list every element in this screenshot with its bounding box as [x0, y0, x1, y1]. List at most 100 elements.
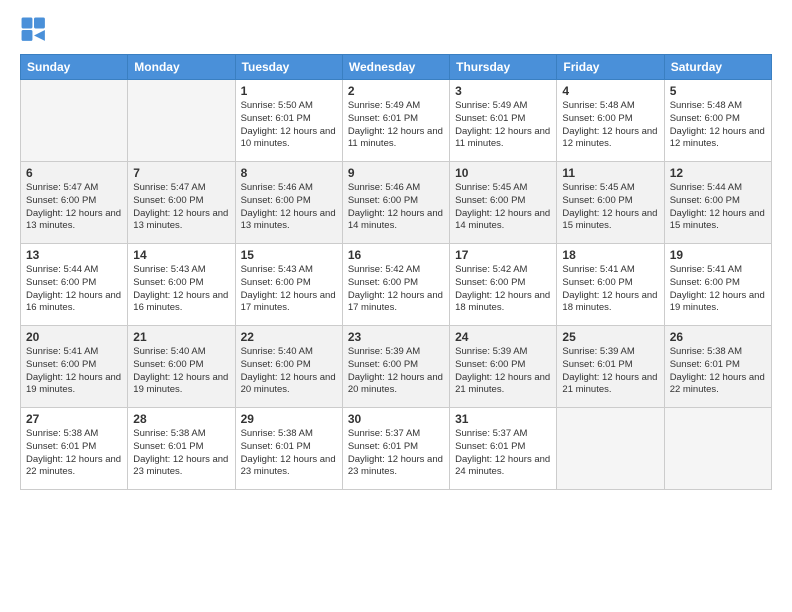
calendar-cell: 27 Sunrise: 5:38 AMSunset: 6:01 PMDayligh…	[21, 408, 128, 490]
day-number: 20	[26, 330, 122, 344]
calendar-cell: 28Sunrise: 5:38 AMSunset: 6:01 PMDayligh…	[128, 408, 235, 490]
day-info: Sunrise: 5:49 AMSunset: 6:01 PMDaylight:…	[348, 100, 444, 151]
calendar-cell: 22 Sunrise: 5:40 AMSunset: 6:00 PMDayligh…	[235, 326, 342, 408]
day-info: Sunrise: 5:50 AMSunset: 6:01 PMDaylight:…	[241, 100, 337, 151]
day-info: Sunrise: 5:38 AMSunset: 6:01 PMDaylight:…	[670, 346, 766, 397]
day-info: Sunrise: 5:45 AMSunset: 6:00 PMDaylight:…	[562, 182, 658, 233]
week-row-5: 27 Sunrise: 5:38 AMSunset: 6:01 PMDayligh…	[21, 408, 772, 490]
day-number: 18	[562, 248, 658, 262]
calendar-cell: 16 Sunrise: 5:42 AMSunset: 6:00 PMDayligh…	[342, 244, 449, 326]
day-header-monday: Monday	[128, 55, 235, 80]
calendar-cell: 8 Sunrise: 5:46 AMSunset: 6:00 PMDaylight…	[235, 162, 342, 244]
day-info: Sunrise: 5:49 AMSunset: 6:01 PMDaylight:…	[455, 100, 551, 151]
calendar-cell: 25Sunrise: 5:39 AMSunset: 6:01 PMDayligh…	[557, 326, 664, 408]
week-row-1: 1 Sunrise: 5:50 AMSunset: 6:01 PMDaylight…	[21, 80, 772, 162]
calendar-cell: 3 Sunrise: 5:49 AMSunset: 6:01 PMDaylight…	[450, 80, 557, 162]
calendar-cell: 24Sunrise: 5:39 AMSunset: 6:00 PMDayligh…	[450, 326, 557, 408]
day-info: Sunrise: 5:44 AMSunset: 6:00 PMDaylight:…	[26, 264, 122, 315]
day-info: Sunrise: 5:45 AMSunset: 6:00 PMDaylight:…	[455, 182, 551, 233]
calendar-cell: 14 Sunrise: 5:43 AMSunset: 6:00 PMDayligh…	[128, 244, 235, 326]
day-info: Sunrise: 5:39 AMSunset: 6:00 PMDaylight:…	[348, 346, 444, 397]
day-number: 14	[133, 248, 229, 262]
day-number: 22	[241, 330, 337, 344]
day-number: 30	[348, 412, 444, 426]
day-info: Sunrise: 5:42 AMSunset: 6:00 PMDaylight:…	[348, 264, 444, 315]
day-number: 13	[26, 248, 122, 262]
calendar-cell: 4 Sunrise: 5:48 AMSunset: 6:00 PMDaylight…	[557, 80, 664, 162]
week-row-3: 13 Sunrise: 5:44 AMSunset: 6:00 PMDayligh…	[21, 244, 772, 326]
day-info: Sunrise: 5:37 AMSunset: 6:01 PMDaylight:…	[348, 428, 444, 479]
calendar-cell: 7 Sunrise: 5:47 AMSunset: 6:00 PMDaylight…	[128, 162, 235, 244]
calendar-cell	[21, 80, 128, 162]
day-number: 19	[670, 248, 766, 262]
calendar-cell: 2 Sunrise: 5:49 AMSunset: 6:01 PMDaylight…	[342, 80, 449, 162]
day-info: Sunrise: 5:47 AMSunset: 6:00 PMDaylight:…	[133, 182, 229, 233]
calendar-cell: 1 Sunrise: 5:50 AMSunset: 6:01 PMDaylight…	[235, 80, 342, 162]
day-number: 10	[455, 166, 551, 180]
day-number: 21	[133, 330, 229, 344]
calendar-cell: 17 Sunrise: 5:42 AMSunset: 6:00 PMDayligh…	[450, 244, 557, 326]
calendar-cell: 9Sunrise: 5:46 AMSunset: 6:00 PMDaylight…	[342, 162, 449, 244]
day-number: 15	[241, 248, 337, 262]
calendar-cell: 26Sunrise: 5:38 AMSunset: 6:01 PMDayligh…	[664, 326, 771, 408]
calendar-cell	[128, 80, 235, 162]
day-info: Sunrise: 5:44 AMSunset: 6:00 PMDaylight:…	[670, 182, 766, 233]
page: SundayMondayTuesdayWednesdayThursdayFrid…	[0, 0, 792, 612]
day-number: 6	[26, 166, 122, 180]
calendar-cell: 21 Sunrise: 5:40 AMSunset: 6:00 PMDayligh…	[128, 326, 235, 408]
calendar-body: 1 Sunrise: 5:50 AMSunset: 6:01 PMDaylight…	[21, 80, 772, 490]
day-number: 8	[241, 166, 337, 180]
calendar-cell: 11 Sunrise: 5:45 AMSunset: 6:00 PMDayligh…	[557, 162, 664, 244]
day-number: 4	[562, 84, 658, 98]
day-number: 17	[455, 248, 551, 262]
day-info: Sunrise: 5:48 AMSunset: 6:00 PMDaylight:…	[562, 100, 658, 151]
logo-icon	[20, 16, 48, 44]
day-header-friday: Friday	[557, 55, 664, 80]
calendar-cell: 23 Sunrise: 5:39 AMSunset: 6:00 PMDayligh…	[342, 326, 449, 408]
day-info: Sunrise: 5:39 AMSunset: 6:01 PMDaylight:…	[562, 346, 658, 397]
calendar-cell: 15 Sunrise: 5:43 AMSunset: 6:00 PMDayligh…	[235, 244, 342, 326]
day-header-tuesday: Tuesday	[235, 55, 342, 80]
day-info: Sunrise: 5:48 AMSunset: 6:00 PMDaylight:…	[670, 100, 766, 151]
day-info: Sunrise: 5:46 AMSunset: 6:00 PMDaylight:…	[241, 182, 337, 233]
calendar-header: SundayMondayTuesdayWednesdayThursdayFrid…	[21, 55, 772, 80]
day-info: Sunrise: 5:41 AMSunset: 6:00 PMDaylight:…	[670, 264, 766, 315]
day-info: Sunrise: 5:40 AMSunset: 6:00 PMDaylight:…	[133, 346, 229, 397]
day-number: 12	[670, 166, 766, 180]
day-info: Sunrise: 5:42 AMSunset: 6:00 PMDaylight:…	[455, 264, 551, 315]
day-number: 2	[348, 84, 444, 98]
day-info: Sunrise: 5:43 AMSunset: 6:00 PMDaylight:…	[241, 264, 337, 315]
day-info: Sunrise: 5:38 AMSunset: 6:01 PMDaylight:…	[26, 428, 122, 479]
day-number: 31	[455, 412, 551, 426]
day-header-sunday: Sunday	[21, 55, 128, 80]
day-number: 3	[455, 84, 551, 98]
day-number: 24	[455, 330, 551, 344]
day-info: Sunrise: 5:38 AMSunset: 6:01 PMDaylight:…	[241, 428, 337, 479]
day-info: Sunrise: 5:37 AMSunset: 6:01 PMDaylight:…	[455, 428, 551, 479]
day-number: 23	[348, 330, 444, 344]
day-number: 16	[348, 248, 444, 262]
day-info: Sunrise: 5:40 AMSunset: 6:00 PMDaylight:…	[241, 346, 337, 397]
calendar-cell: 18 Sunrise: 5:41 AMSunset: 6:00 PMDayligh…	[557, 244, 664, 326]
day-number: 29	[241, 412, 337, 426]
week-row-2: 6 Sunrise: 5:47 AMSunset: 6:00 PMDaylight…	[21, 162, 772, 244]
calendar-cell: 12 Sunrise: 5:44 AMSunset: 6:00 PMDayligh…	[664, 162, 771, 244]
day-info: Sunrise: 5:41 AMSunset: 6:00 PMDaylight:…	[562, 264, 658, 315]
calendar-cell: 13 Sunrise: 5:44 AMSunset: 6:00 PMDayligh…	[21, 244, 128, 326]
day-number: 11	[562, 166, 658, 180]
calendar-cell	[664, 408, 771, 490]
calendar: SundayMondayTuesdayWednesdayThursdayFrid…	[20, 54, 772, 490]
day-info: Sunrise: 5:43 AMSunset: 6:00 PMDaylight:…	[133, 264, 229, 315]
calendar-cell	[557, 408, 664, 490]
day-number: 1	[241, 84, 337, 98]
day-number: 7	[133, 166, 229, 180]
day-number: 9	[348, 166, 444, 180]
day-number: 5	[670, 84, 766, 98]
calendar-cell: 20Sunrise: 5:41 AMSunset: 6:00 PMDayligh…	[21, 326, 128, 408]
calendar-cell: 6Sunrise: 5:47 AMSunset: 6:00 PMDaylight…	[21, 162, 128, 244]
calendar-cell: 5 Sunrise: 5:48 AMSunset: 6:00 PMDaylight…	[664, 80, 771, 162]
day-header-thursday: Thursday	[450, 55, 557, 80]
header	[20, 16, 772, 44]
day-number: 27	[26, 412, 122, 426]
calendar-cell: 30 Sunrise: 5:37 AMSunset: 6:01 PMDayligh…	[342, 408, 449, 490]
